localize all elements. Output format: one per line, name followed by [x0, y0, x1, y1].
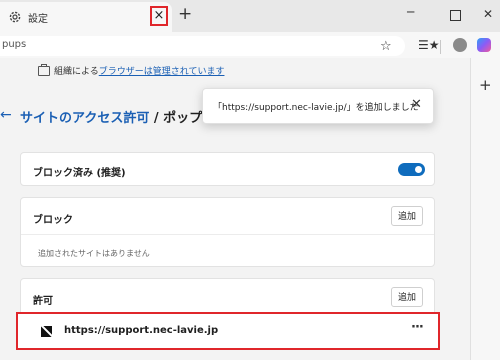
site-favicon-icon: [41, 326, 52, 337]
card-divider: [21, 234, 434, 235]
url-text: pups: [2, 39, 27, 50]
blocked-toggle-label: ブロック済み (推奨): [33, 168, 126, 179]
url-field[interactable]: pups ☆: [0, 36, 405, 56]
gear-icon: [9, 11, 21, 23]
tab-close-button[interactable]: ×: [150, 6, 168, 26]
toggle-knob: [415, 166, 422, 173]
managed-link[interactable]: ブラウザーは管理されています: [99, 67, 225, 77]
blocked-toggle-card: ブロック済み (推奨): [20, 152, 435, 186]
allow-section-label: 許可: [33, 296, 53, 307]
title-bar: 設定 × + ─ ✕: [0, 0, 500, 32]
settings-tab[interactable]: 設定 ×: [0, 2, 172, 32]
copilot-icon[interactable]: [477, 38, 491, 52]
side-panel: +: [470, 58, 500, 360]
blocked-toggle[interactable]: [398, 163, 425, 176]
profile-icon[interactable]: [453, 38, 467, 52]
breadcrumb-site-permissions[interactable]: サイトのアクセス許可: [20, 111, 149, 126]
address-bar-row: pups ☆ ☰★: [0, 32, 500, 58]
side-panel-add-icon[interactable]: +: [479, 76, 492, 94]
minimize-button[interactable]: ─: [407, 5, 414, 19]
block-card: ブロック 追加 追加されたサイトはありません: [20, 197, 435, 267]
tab-title: 設定: [28, 14, 48, 25]
toast-close-icon[interactable]: ✕: [411, 97, 422, 112]
more-options-icon[interactable]: ···: [411, 320, 424, 335]
block-empty-text: 追加されたサイトはありません: [38, 249, 150, 258]
allowed-site-url: https://support.nec-lavie.jp: [64, 325, 219, 336]
toast-message: 「https://support.nec-lavie.jp/」を追加しました: [213, 103, 419, 113]
block-section-label: ブロック: [33, 215, 73, 226]
favorite-star-icon[interactable]: ☆: [380, 39, 392, 54]
favorites-icon[interactable]: ☰★: [418, 38, 440, 52]
maximize-button[interactable]: [450, 10, 461, 21]
new-tab-button[interactable]: +: [178, 6, 192, 23]
managed-prefix: 組織による: [54, 67, 99, 77]
briefcase-icon: [38, 64, 50, 76]
breadcrumb-separator: /: [149, 111, 164, 126]
added-toast: 「https://support.nec-lavie.jp/」を追加しました ✕: [202, 88, 434, 124]
managed-notice: 組織によるブラウザーは管理されています: [0, 58, 470, 82]
close-window-button[interactable]: ✕: [483, 7, 493, 21]
allow-add-button[interactable]: 追加: [391, 287, 423, 307]
allowed-site-row[interactable]: https://support.nec-lavie.jp ···: [16, 312, 440, 350]
toolbar-divider: [440, 40, 441, 54]
block-add-button[interactable]: 追加: [391, 206, 423, 226]
back-arrow-icon[interactable]: ←: [0, 107, 12, 123]
